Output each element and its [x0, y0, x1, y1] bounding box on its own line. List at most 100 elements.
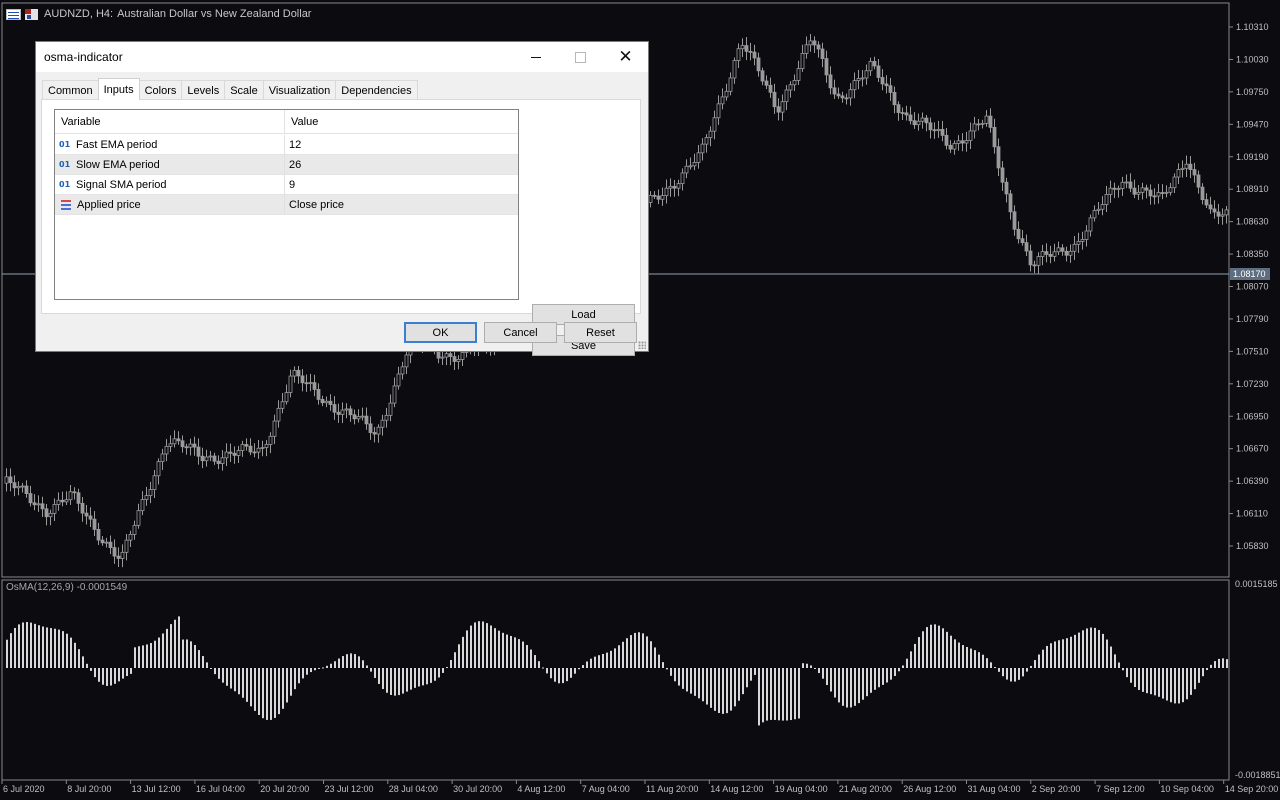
column-header-value[interactable]: Value	[285, 110, 518, 134]
candle-body	[680, 172, 685, 185]
osma-bar	[790, 668, 792, 721]
candle-body	[340, 409, 345, 415]
candle-body	[192, 443, 197, 448]
candle-body	[872, 61, 877, 67]
candle-body	[184, 446, 189, 449]
candle-body	[88, 515, 93, 520]
osma-bar	[850, 668, 852, 708]
table-row[interactable]: 01 Fast EMA period 12	[55, 135, 518, 155]
value-cell[interactable]: 26	[285, 155, 518, 174]
osma-bar	[946, 631, 948, 668]
osma-bar	[390, 668, 392, 695]
osma-bar	[710, 668, 712, 708]
candle-body	[60, 499, 65, 503]
maximize-icon[interactable]	[558, 42, 603, 72]
close-icon[interactable]: ✕	[603, 42, 648, 72]
tab-scale[interactable]: Scale	[224, 80, 264, 100]
variable-cell: 01 Signal SMA period	[55, 175, 285, 194]
osma-bar	[358, 656, 360, 668]
symbol-label: AUDNZD, H4:	[44, 8, 114, 20]
osma-bar	[918, 637, 920, 668]
value-cell[interactable]: 12	[285, 135, 518, 154]
candle-body	[252, 451, 257, 454]
osma-bar	[594, 656, 596, 668]
reset-button[interactable]: Reset	[564, 322, 637, 343]
candle-body	[1076, 240, 1081, 245]
candle-body	[1164, 191, 1169, 194]
candle-body	[1104, 194, 1109, 205]
osma-bar	[670, 668, 672, 676]
osma-bar	[866, 668, 868, 697]
osma-bar	[386, 668, 388, 693]
ok-button[interactable]: OK	[404, 322, 477, 343]
column-header-variable[interactable]: Variable	[55, 110, 285, 134]
candle-body	[40, 503, 45, 510]
osma-bar	[570, 668, 572, 678]
value-cell[interactable]: 9	[285, 175, 518, 194]
chart-menu-icon[interactable]	[6, 8, 21, 20]
osma-bar	[606, 652, 608, 668]
candle-body	[356, 416, 361, 420]
resize-grip-icon[interactable]	[638, 341, 646, 349]
candle-body	[1024, 242, 1029, 252]
osma-bar	[1174, 668, 1176, 704]
osma-bar	[934, 624, 936, 668]
price-axis-label: 1.09750	[1236, 87, 1269, 97]
candle-body	[916, 120, 921, 126]
time-axis-label: 4 Aug 12:00	[517, 784, 565, 794]
osma-bar	[978, 652, 980, 668]
time-axis-label: 7 Sep 12:00	[1096, 784, 1145, 794]
tab-common[interactable]: Common	[42, 80, 99, 100]
time-axis-label: 16 Jul 04:00	[196, 784, 245, 794]
osma-bar	[1202, 668, 1204, 677]
price-axis-label: 1.07230	[1236, 379, 1269, 389]
candle-body	[740, 45, 745, 50]
osma-bar	[914, 643, 916, 668]
tab-dependencies[interactable]: Dependencies	[335, 80, 418, 100]
osma-bar	[354, 654, 356, 668]
variable-name: Fast EMA period	[76, 138, 158, 151]
osma-bar	[982, 654, 984, 668]
candle-body	[648, 194, 653, 203]
table-row[interactable]: 01 Slow EMA period 26	[55, 155, 518, 175]
osma-bar	[690, 668, 692, 694]
osma-bar	[630, 635, 632, 668]
osma-bar	[1046, 645, 1048, 668]
tab-colors[interactable]: Colors	[138, 80, 183, 100]
tab-visualization[interactable]: Visualization	[262, 80, 337, 100]
candle-body	[64, 499, 69, 503]
osma-bar	[74, 642, 76, 668]
candle-body	[332, 404, 337, 413]
dialog-titlebar[interactable]: osma-indicator ✕	[36, 42, 648, 72]
candle-body	[320, 399, 325, 404]
osma-bar	[582, 665, 584, 668]
osma-bar	[294, 668, 296, 690]
osma-bar	[766, 668, 768, 721]
tab-levels[interactable]: Levels	[181, 80, 226, 100]
osma-bar	[1130, 668, 1132, 683]
osma-bar	[134, 647, 136, 668]
osma-bar	[86, 663, 88, 668]
osma-bar	[1178, 668, 1180, 704]
candle-body	[120, 551, 125, 559]
cancel-button[interactable]: Cancel	[484, 322, 557, 343]
tab-inputs[interactable]: Inputs	[97, 78, 140, 100]
flag-icon	[25, 8, 38, 20]
osma-bar	[138, 646, 140, 668]
osma-bar	[1122, 668, 1124, 671]
candle-body	[100, 539, 105, 544]
minimize-icon[interactable]	[513, 42, 558, 72]
osma-bar	[238, 668, 240, 695]
candle-body	[844, 97, 849, 100]
candle-body	[1008, 193, 1013, 213]
indicator-window-frame	[1, 579, 1230, 781]
candle-body	[996, 146, 1001, 169]
price-axis-label: 1.06950	[1236, 411, 1269, 421]
table-row[interactable]: Applied price Close price	[55, 195, 518, 215]
value-cell[interactable]: Close price	[285, 195, 518, 214]
table-row[interactable]: 01 Signal SMA period 9	[55, 175, 518, 195]
candle-body	[268, 435, 273, 445]
osma-bar	[18, 624, 20, 668]
osma-bar	[26, 622, 28, 668]
candle-body	[724, 90, 729, 98]
